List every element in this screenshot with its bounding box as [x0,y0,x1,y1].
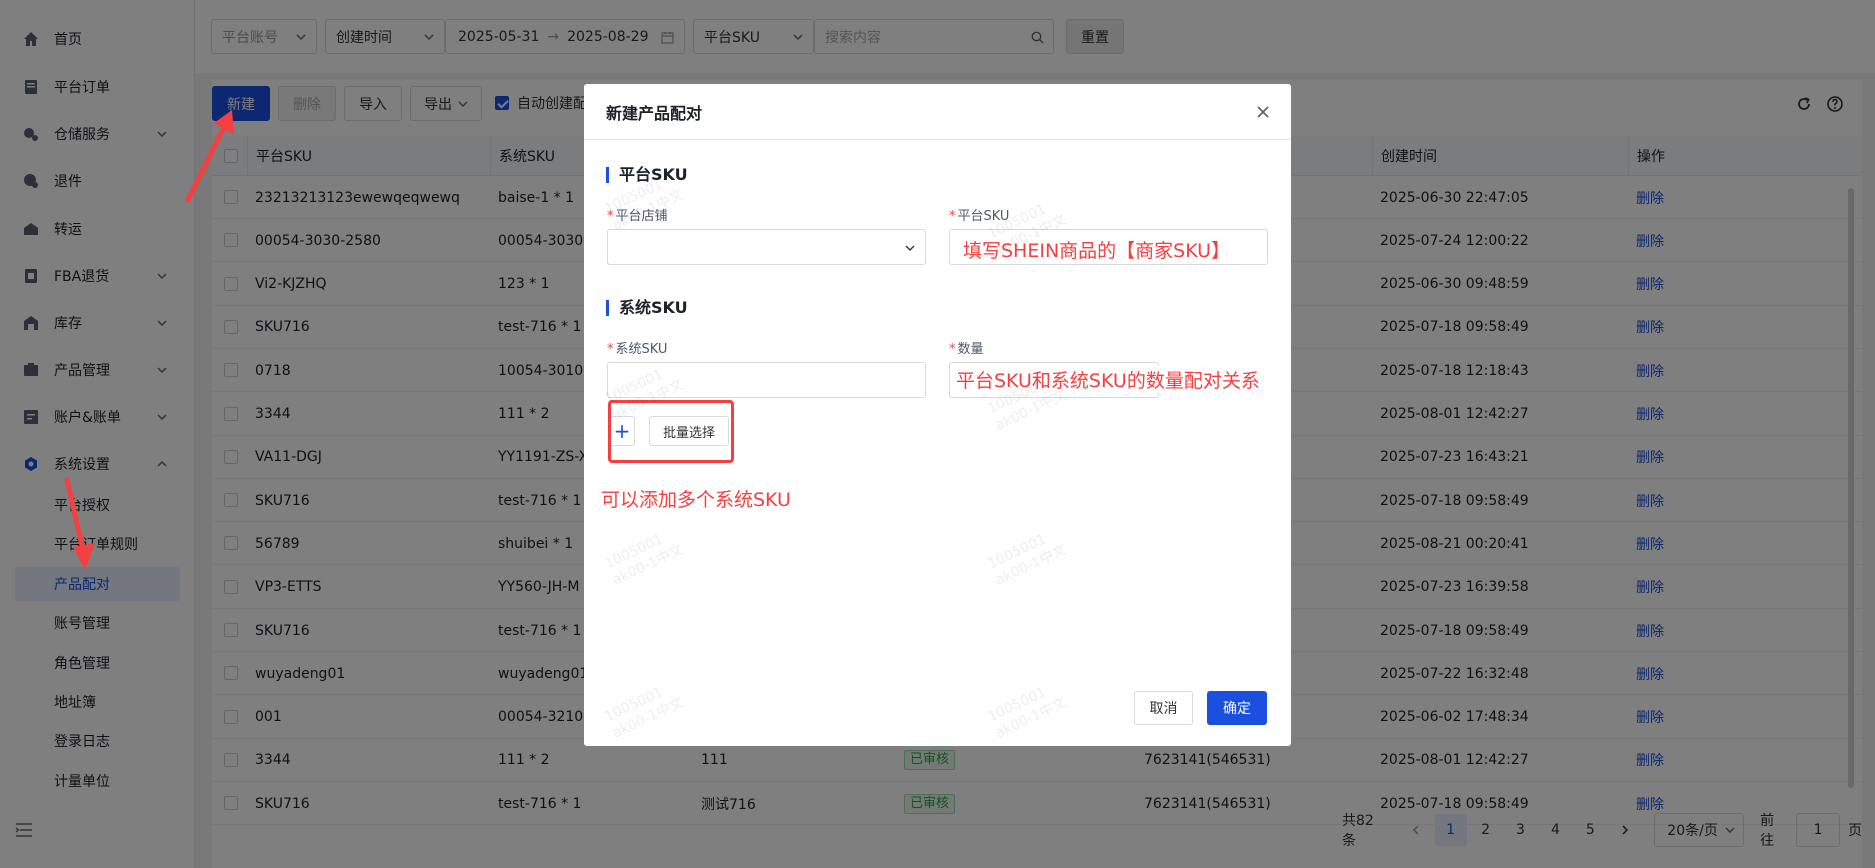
section-system-sku: 系统SKU [606,300,688,316]
label-text: 系统SKU [615,342,668,357]
platform-store-select[interactable] [607,229,926,265]
watermark: 1005001 ak00-1中文 [985,678,1070,743]
close-icon[interactable] [1255,104,1271,120]
watermark: 1005001 ak00-1中文 [985,525,1070,590]
arrow-to-pairing-icon [64,477,95,570]
arrow-to-new-icon [185,110,234,203]
required-mark: * [949,342,956,357]
label-system-sku: * 系统SKU [607,338,667,357]
label-text: 数量 [957,342,984,357]
annotation-quantity: 平台SKU和系统SKU的数量配对关系 [954,366,1262,393]
annotation-add-multiple: 可以添加多个系统SKU [601,489,791,511]
cancel-button[interactable]: 取消 [1134,691,1193,725]
required-mark: * [607,342,614,357]
new-pairing-dialog: 新建产品配对 平台SKU * 平台店铺 * 平台SKU 系统SKU * 系统SKU *… [584,84,1291,746]
watermark: 1005001 ak00-1中文 [602,678,687,743]
dialog-title: 新建产品配对 [606,103,703,123]
chevron-down-icon [905,245,915,251]
dialog-header: 新建产品配对 [584,84,1291,140]
cancel-label: 取消 [1149,701,1178,717]
label-quantity: * 数量 [949,338,984,357]
confirm-label: 确定 [1223,701,1251,717]
section-label: 系统SKU [619,298,688,317]
required-mark: * [949,209,956,224]
confirm-button[interactable]: 确定 [1207,691,1267,725]
watermark: 1005001 ak00-1中文 [602,525,687,590]
